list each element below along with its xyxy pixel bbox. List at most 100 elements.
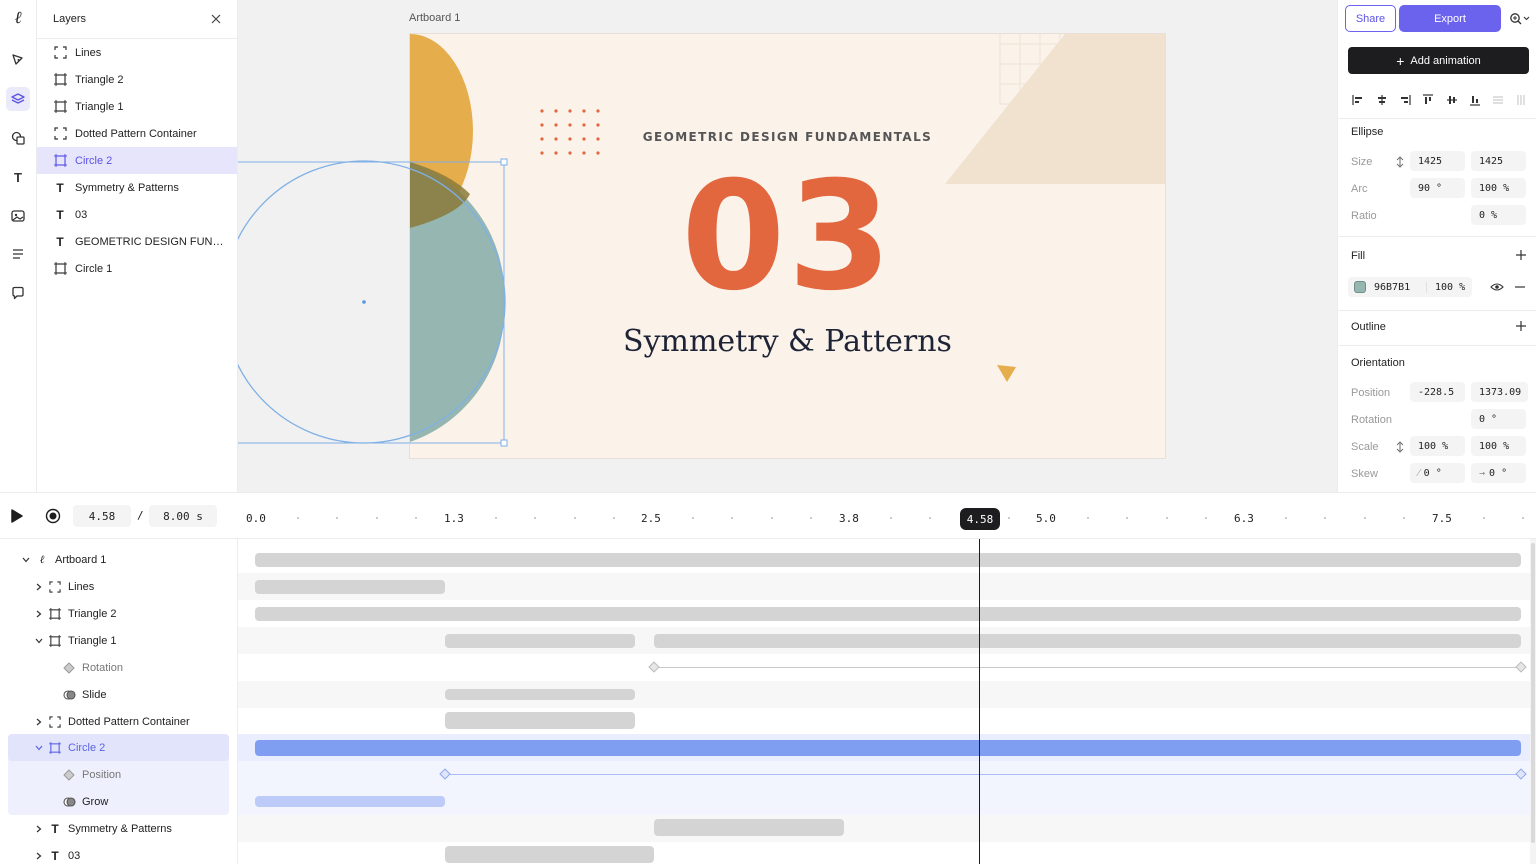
link-scale-icon[interactable] <box>1395 441 1405 453</box>
size-width-field[interactable]: 1425 <box>1410 151 1465 171</box>
align-left-icon[interactable] <box>1351 93 1365 107</box>
layer-item-circle-2[interactable]: Circle 2 <box>37 147 237 174</box>
skew-x-field[interactable]: ⁄ 0 ° <box>1410 463 1465 483</box>
timeline-scrollbar-thumb[interactable] <box>1531 543 1535 843</box>
arc-angle-field[interactable]: 90 ° <box>1410 178 1465 198</box>
position-x-field[interactable]: -228.5 <box>1410 382 1465 402</box>
selection-center-point <box>362 300 366 304</box>
align-center-h-icon[interactable] <box>1375 93 1389 107</box>
layers-tool[interactable] <box>6 87 30 111</box>
chevron-down-icon[interactable] <box>21 555 31 565</box>
rotation-field[interactable]: 0 ° <box>1471 409 1526 429</box>
tree-row-artboard-1[interactable]: ℓ Artboard 1 <box>0 546 237 573</box>
track-bar[interactable] <box>654 634 1521 648</box>
timeline-tracks[interactable] <box>238 539 1536 864</box>
timeline-scrollbar[interactable] <box>1530 539 1536 864</box>
comment-tool[interactable] <box>6 281 30 305</box>
timeline-ruler[interactable]: 0.0 1.3 2.5 3.8 5.0 6.3 7.5 4.58 <box>238 493 1536 540</box>
skew-y-field[interactable]: → 0 ° <box>1471 463 1526 483</box>
ruler-tick <box>1086 517 1089 519</box>
layer-item-circle-1[interactable]: Circle 1 <box>37 255 237 282</box>
tree-row-symmetry-patterns[interactable]: T Symmetry & Patterns <box>0 815 237 842</box>
canvas[interactable]: Artboard 1 GEOMETRIC DESIGN FUNDAMENTALS… <box>238 0 1337 492</box>
tree-row-slide[interactable]: Slide <box>0 681 237 708</box>
chevron-down-icon[interactable] <box>34 636 44 646</box>
group-icon <box>48 580 62 594</box>
layers-icon <box>11 93 25 104</box>
tree-row-triangle-2[interactable]: Triangle 2 <box>0 600 237 627</box>
text-tool[interactable]: T <box>6 165 30 189</box>
chevron-right-icon[interactable] <box>34 582 44 592</box>
eye-icon[interactable] <box>1490 282 1504 292</box>
tree-row-lines[interactable]: Lines <box>0 573 237 600</box>
track-bar[interactable] <box>255 607 1521 621</box>
keyframe[interactable] <box>1515 661 1527 673</box>
tree-row-03[interactable]: T 03 <box>0 842 237 864</box>
playhead-handle[interactable]: 4.58 <box>960 508 1000 530</box>
align-text-tool[interactable] <box>6 242 30 266</box>
share-button[interactable]: Share <box>1345 5 1396 32</box>
keyframe[interactable] <box>648 661 660 673</box>
chevron-right-icon[interactable] <box>34 851 44 861</box>
tree-row-circle-2[interactable]: Circle 2 <box>0 734 237 761</box>
align-right-icon[interactable] <box>1398 93 1412 107</box>
align-top-icon[interactable] <box>1421 93 1435 107</box>
scale-y-field[interactable]: 100 % <box>1471 436 1526 456</box>
track-bar[interactable] <box>445 846 654 863</box>
track-bar-selected[interactable] <box>255 740 1521 756</box>
track-bar[interactable] <box>255 553 1521 567</box>
layer-item-03[interactable]: T 03 <box>37 201 237 228</box>
link-dimensions-icon[interactable] <box>1395 156 1405 168</box>
tree-row-position[interactable]: Position <box>0 761 237 788</box>
tree-row-triangle-1[interactable]: Triangle 1 <box>0 627 237 654</box>
shapes-tool[interactable] <box>6 126 30 150</box>
layer-item-triangle-1[interactable]: Triangle 1 <box>37 93 237 120</box>
add-fill-icon[interactable] <box>1515 249 1527 261</box>
add-animation-button[interactable]: + Add animation <box>1348 47 1529 74</box>
track-bar[interactable] <box>654 819 844 836</box>
keyframe-diamond-icon <box>62 661 76 675</box>
tree-row-grow[interactable]: Grow <box>0 788 237 815</box>
chevron-right-icon[interactable] <box>34 717 44 727</box>
position-y-field[interactable]: 1373.09 <box>1471 382 1528 402</box>
align-center-v-icon[interactable] <box>1445 93 1459 107</box>
layer-item-symmetry-patterns[interactable]: T Symmetry & Patterns <box>37 174 237 201</box>
layer-item-triangle-2[interactable]: Triangle 2 <box>37 66 237 93</box>
tree-row-dotted-pattern-container[interactable]: Dotted Pattern Container <box>0 708 237 735</box>
close-icon[interactable] <box>211 14 221 24</box>
record-icon[interactable] <box>45 508 61 524</box>
current-time-field[interactable]: 4.58 <box>73 505 131 527</box>
duration-field[interactable]: 8.00 s <box>149 505 217 527</box>
remove-fill-icon[interactable] <box>1515 286 1525 288</box>
keyframe[interactable] <box>439 768 451 780</box>
fill-swatch[interactable] <box>1354 281 1366 293</box>
scale-x-field[interactable]: 100 % <box>1410 436 1465 456</box>
play-icon[interactable] <box>9 508 25 524</box>
app-logo[interactable]: ℓ <box>6 6 30 30</box>
pen-tool[interactable] <box>6 48 30 72</box>
track-triangle-1 <box>238 627 1530 654</box>
add-outline-icon[interactable] <box>1515 320 1527 332</box>
track-bar[interactable] <box>445 689 635 700</box>
layer-item-geometric-design-fundamentals[interactable]: T GEOMETRIC DESIGN FUNDAMENTALS <box>37 228 237 255</box>
chevron-down-icon[interactable] <box>34 743 44 753</box>
align-bottom-icon[interactable] <box>1468 93 1482 107</box>
fill-color-field[interactable]: 96B7B1 100 % <box>1348 277 1472 297</box>
track-bar[interactable] <box>445 712 635 729</box>
tree-row-rotation[interactable]: Rotation <box>0 654 237 681</box>
playhead-line[interactable] <box>979 539 980 864</box>
image-tool[interactable] <box>6 204 30 228</box>
track-bar[interactable] <box>255 796 445 807</box>
keyframe[interactable] <box>1515 768 1527 780</box>
arc-percent-field[interactable]: 100 % <box>1471 178 1526 198</box>
track-bar[interactable] <box>255 580 445 594</box>
ratio-field[interactable]: 0 % <box>1471 205 1526 225</box>
layer-item-lines[interactable]: Lines <box>37 39 237 66</box>
chevron-right-icon[interactable] <box>34 609 44 619</box>
size-height-field[interactable]: 1425 <box>1471 151 1526 171</box>
export-button[interactable]: Export <box>1399 5 1501 32</box>
chevron-right-icon[interactable] <box>34 824 44 834</box>
zoom-button[interactable] <box>1507 9 1533 29</box>
layer-item-dotted-pattern-container[interactable]: Dotted Pattern Container <box>37 120 237 147</box>
track-bar[interactable] <box>445 634 635 648</box>
